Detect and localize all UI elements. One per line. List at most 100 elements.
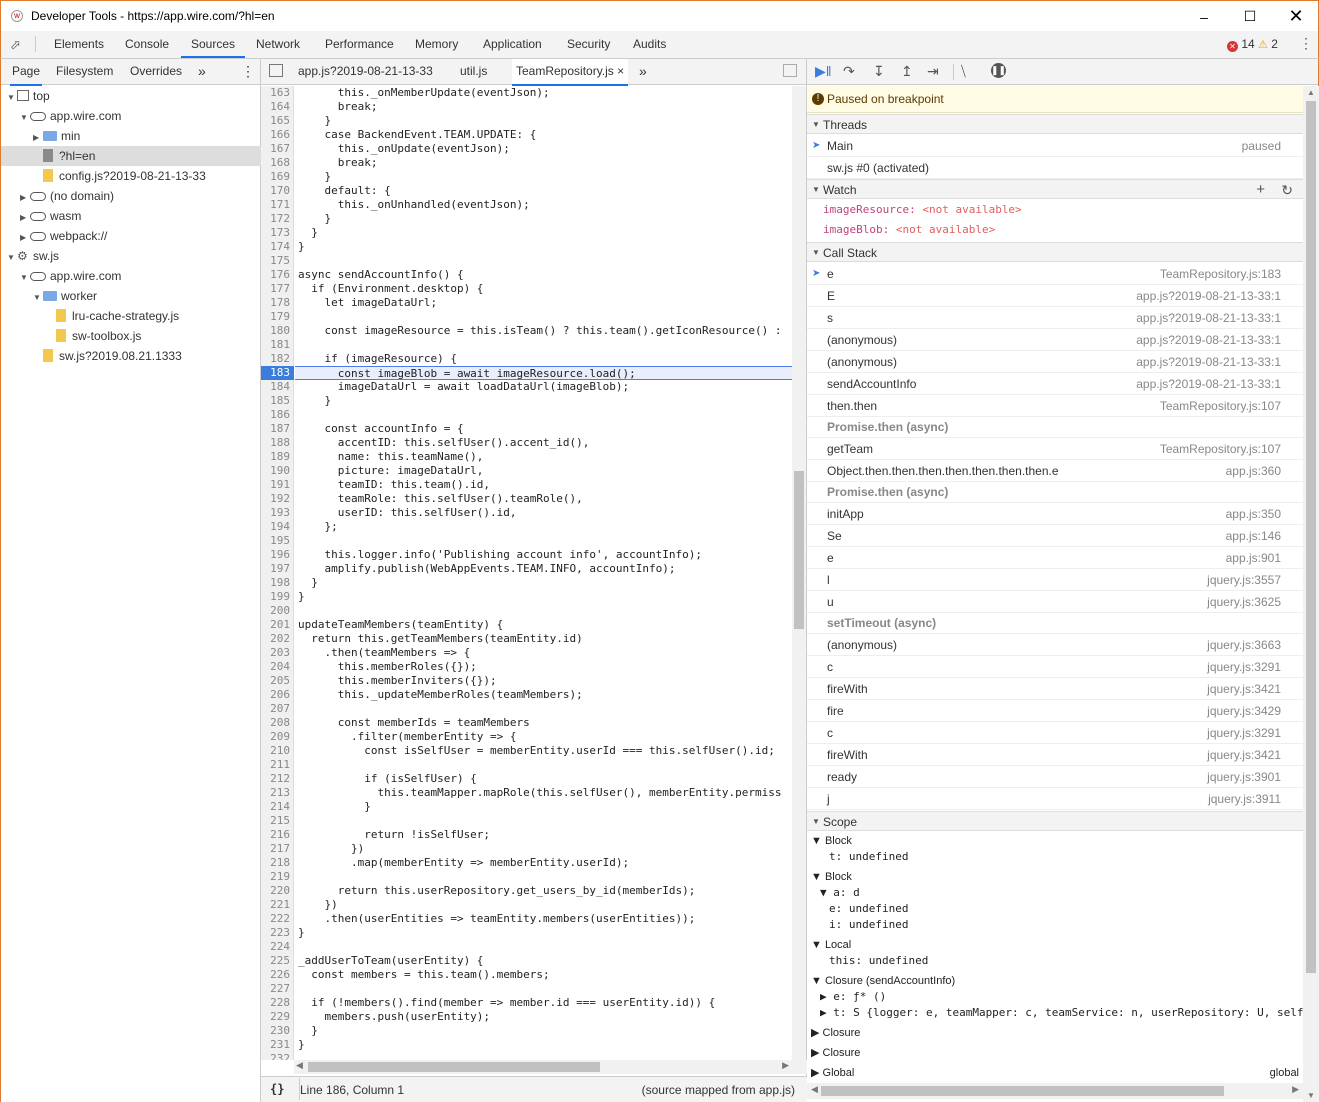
line-number[interactable]: 199 bbox=[261, 590, 294, 604]
tab-application[interactable]: Application bbox=[483, 31, 542, 58]
line-number[interactable]: 196 bbox=[261, 548, 294, 562]
resume-icon[interactable]: ▶‖ bbox=[815, 63, 832, 80]
tree-item[interactable]: ▼ ⚙ sw.js bbox=[1, 246, 261, 266]
line-number[interactable]: 191 bbox=[261, 478, 294, 492]
line-number[interactable]: 169 bbox=[261, 170, 294, 184]
step-into-icon[interactable]: ↧ bbox=[873, 63, 885, 80]
frame-location[interactable]: jquery.js:3663 bbox=[1207, 634, 1281, 656]
line-number[interactable]: 205 bbox=[261, 674, 294, 688]
call-frame[interactable]: s app.js?2019-08-21-13-33:1 bbox=[807, 307, 1303, 329]
line-number[interactable]: 212 bbox=[261, 772, 294, 786]
collapse-triangle-icon[interactable]: ▼ bbox=[812, 243, 820, 263]
editor-tab-utiljs[interactable]: util.js bbox=[460, 59, 487, 84]
line-number[interactable]: 221 bbox=[261, 898, 294, 912]
watch-expression[interactable]: imageBlob: <not available> bbox=[823, 223, 995, 236]
line-number[interactable]: 206 bbox=[261, 688, 294, 702]
more-options-icon[interactable]: ⋮ bbox=[1299, 35, 1313, 52]
toggle-navigator-icon[interactable] bbox=[269, 64, 283, 77]
line-number[interactable]: 177 bbox=[261, 282, 294, 296]
code-view[interactable]: 163 164 165 166 167 168 169 170 171 172 173 174 175 1… bbox=[261, 86, 807, 1060]
collapse-triangle-icon[interactable]: ▼ bbox=[812, 812, 820, 832]
line-number[interactable]: 186 bbox=[261, 408, 294, 422]
frame-location[interactable]: app.js:146 bbox=[1226, 525, 1281, 547]
line-number[interactable]: 204 bbox=[261, 660, 294, 674]
line-number[interactable]: 175 bbox=[261, 254, 294, 268]
line-number[interactable]: 163 bbox=[261, 86, 294, 100]
frame-location[interactable]: jquery.js:3901 bbox=[1207, 766, 1281, 788]
line-number[interactable]: 226 bbox=[261, 968, 294, 982]
tab-sources[interactable]: Sources bbox=[181, 31, 246, 58]
scope-variable[interactable]: this: undefined bbox=[807, 953, 1303, 969]
tree-toggle-icon[interactable]: ▼ bbox=[33, 288, 43, 308]
frame-location[interactable]: app.js?2019-08-21-13-33:1 bbox=[1136, 373, 1281, 395]
source-mapped-label[interactable]: (source mapped from app.js) bbox=[642, 1083, 795, 1097]
scope-group[interactable]: ▼ Block bbox=[807, 833, 1303, 849]
line-number[interactable]: 164 bbox=[261, 100, 294, 114]
call-frame[interactable]: e app.js:901 bbox=[807, 547, 1303, 569]
tree-toggle-icon[interactable]: ▶ bbox=[20, 188, 30, 208]
line-number[interactable]: 171 bbox=[261, 198, 294, 212]
line-number[interactable]: 185 bbox=[261, 394, 294, 408]
line-number[interactable]: 179 bbox=[261, 310, 294, 324]
editor-tab-teamrepository[interactable]: TeamRepository.js × bbox=[512, 59, 629, 86]
line-number[interactable]: 197 bbox=[261, 562, 294, 576]
line-number[interactable]: 190 bbox=[261, 464, 294, 478]
tree-toggle-icon[interactable]: ▼ bbox=[20, 268, 30, 288]
line-number[interactable]: 182 bbox=[261, 352, 294, 366]
collapse-triangle-icon[interactable]: ▼ bbox=[812, 115, 820, 135]
line-number[interactable]: 228 bbox=[261, 996, 294, 1010]
line-number[interactable]: 193 bbox=[261, 506, 294, 520]
line-number[interactable]: 188 bbox=[261, 436, 294, 450]
line-number[interactable]: 170 bbox=[261, 184, 294, 198]
tab-console[interactable]: Console bbox=[125, 31, 169, 58]
tree-toggle-icon[interactable]: ▶ bbox=[33, 128, 43, 148]
scope-variable[interactable]: ▶ e: ƒ* () bbox=[807, 989, 1303, 1005]
call-frame[interactable]: getTeam TeamRepository.js:107 bbox=[807, 438, 1303, 460]
frame-location[interactable]: jquery.js:3911 bbox=[1208, 788, 1281, 810]
tree-item[interactable]: sw-toolbox.js bbox=[1, 326, 261, 346]
line-number[interactable]: 208 bbox=[261, 716, 294, 730]
tab-audits[interactable]: Audits bbox=[633, 31, 666, 58]
frame-location[interactable]: app.js?2019-08-21-13-33:1 bbox=[1136, 329, 1281, 351]
tree-item[interactable]: ?hl=en bbox=[1, 146, 261, 166]
call-frame[interactable]: c jquery.js:3291 bbox=[807, 722, 1303, 744]
breakpoint-marker[interactable]: 183 bbox=[261, 366, 294, 380]
call-frame[interactable]: ➤ e TeamRepository.js:183 bbox=[807, 263, 1303, 285]
line-number[interactable]: 187 bbox=[261, 422, 294, 436]
error-counter[interactable]: ✕ 14 ⚠ 2 bbox=[1227, 37, 1278, 52]
refresh-watch-icon[interactable]: ↻ bbox=[1281, 180, 1293, 200]
line-number[interactable]: 172 bbox=[261, 212, 294, 226]
close-button[interactable]: ✕ bbox=[1273, 1, 1319, 32]
line-number[interactable]: 167 bbox=[261, 142, 294, 156]
call-frame[interactable]: u jquery.js:3625 bbox=[807, 591, 1303, 613]
tree-item[interactable]: ▶ (no domain) bbox=[1, 186, 261, 206]
line-number[interactable]: 178 bbox=[261, 296, 294, 310]
tree-item[interactable]: ▶ min bbox=[1, 126, 261, 146]
call-frame[interactable]: fireWith jquery.js:3421 bbox=[807, 744, 1303, 766]
call-frame[interactable]: (anonymous) app.js?2019-08-21-13-33:1 bbox=[807, 329, 1303, 351]
tree-toggle-icon[interactable]: ▶ bbox=[20, 228, 30, 248]
line-number[interactable]: 202 bbox=[261, 632, 294, 646]
line-number[interactable]: 209 bbox=[261, 730, 294, 744]
tab-network[interactable]: Network bbox=[256, 31, 300, 58]
line-number[interactable]: 224 bbox=[261, 940, 294, 954]
deactivate-breakpoints-icon[interactable]: ⧹ bbox=[961, 63, 966, 80]
step-out-icon[interactable]: ↥ bbox=[901, 63, 913, 80]
frame-location[interactable]: app.js?2019-08-21-13-33:1 bbox=[1136, 351, 1281, 373]
line-number[interactable]: 198 bbox=[261, 576, 294, 590]
line-number[interactable]: 216 bbox=[261, 828, 294, 842]
scope-group[interactable]: ▼ Closure (sendAccountInfo) bbox=[807, 973, 1303, 989]
tab-overrides[interactable]: Overrides bbox=[130, 59, 182, 84]
call-frame[interactable]: ready jquery.js:3901 bbox=[807, 766, 1303, 788]
tree-item[interactable]: config.js?2019-08-21-13-33 bbox=[1, 166, 261, 186]
line-number[interactable]: 227 bbox=[261, 982, 294, 996]
tree-toggle-icon[interactable]: ▼ bbox=[7, 248, 17, 268]
tree-toggle-icon[interactable]: ▶ bbox=[20, 208, 30, 228]
collapse-triangle-icon[interactable]: ▼ bbox=[812, 180, 820, 200]
scope-variable[interactable]: e: undefined bbox=[807, 901, 1303, 917]
line-number[interactable]: 174 bbox=[261, 240, 294, 254]
frame-location[interactable]: jquery.js:3625 bbox=[1207, 591, 1281, 613]
line-number[interactable]: 217 bbox=[261, 842, 294, 856]
tree-item[interactable]: ▼ app.wire.com bbox=[1, 106, 261, 126]
scope-variable[interactable]: i: undefined bbox=[807, 917, 1303, 933]
